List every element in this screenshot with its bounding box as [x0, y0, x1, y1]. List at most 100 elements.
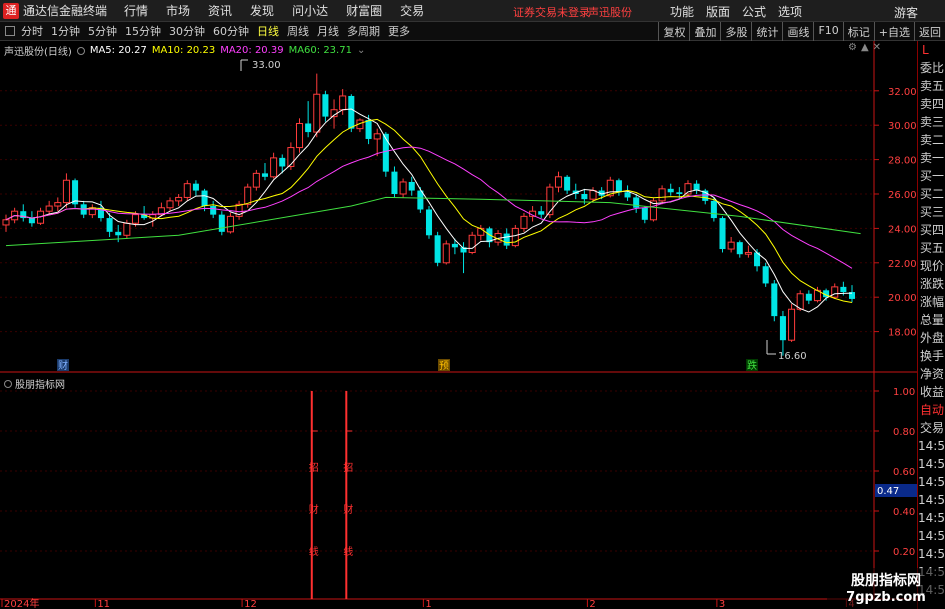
tool-mark[interactable]: 标记: [842, 22, 874, 41]
watermark-url: 7gpzb.com: [846, 590, 926, 605]
sub-settings-circle-icon[interactable]: [4, 379, 12, 388]
period-weekly[interactable]: 周线: [284, 23, 312, 39]
candle: [520, 212, 528, 232]
sub-indicator-name: 股朋指标网: [15, 380, 65, 391]
side-bar-item[interactable]: 涨幅: [918, 293, 945, 311]
candle: [356, 118, 364, 133]
candle: [210, 200, 217, 219]
period-1min[interactable]: 1分钟: [48, 23, 83, 39]
watermark-name: 股朋指标网: [851, 573, 921, 589]
side-bar-item[interactable]: 14:56: [918, 509, 945, 527]
candle: [831, 283, 839, 299]
side-bar-item[interactable]: 自动: [918, 401, 945, 419]
side-bar-item[interactable]: 卖一: [918, 149, 945, 167]
side-bar-item[interactable]: 外盘: [918, 329, 945, 347]
menu-item-discover[interactable]: 发现: [241, 2, 283, 19]
candle: [442, 240, 450, 265]
signal-text: 招: [343, 461, 353, 474]
candle: [54, 197, 62, 212]
side-bar-item[interactable]: 14:56: [918, 545, 945, 563]
date-tick-label: 3: [719, 599, 725, 609]
side-bar-item[interactable]: 卖二: [918, 131, 945, 149]
period-monthly[interactable]: 月线: [314, 23, 342, 39]
side-bar-item[interactable]: 买四: [918, 221, 945, 239]
candle: [235, 200, 243, 220]
menu-item-trade[interactable]: 交易: [391, 2, 433, 19]
side-bar-item[interactable]: 涨跌: [918, 275, 945, 293]
side-bar-item[interactable]: 14:56: [918, 473, 945, 491]
close-icon[interactable]: ✕: [873, 42, 881, 53]
period-more[interactable]: 更多: [385, 23, 413, 39]
menu-function[interactable]: 功能: [664, 3, 700, 20]
high-price-label: 33.00: [252, 60, 281, 71]
candle: [408, 176, 415, 196]
period-30min[interactable]: 30分钟: [166, 23, 208, 39]
tool-restore-rights[interactable]: 复权: [658, 22, 689, 41]
side-bar-item[interactable]: 卖五: [918, 77, 945, 95]
side-bar-item[interactable]: 总量: [918, 311, 945, 329]
price-tick-label: 30.00: [888, 121, 917, 132]
login-warning[interactable]: 证券交易未登录: [513, 4, 590, 20]
side-bar-item[interactable]: 收益: [918, 383, 945, 401]
candle: [624, 185, 631, 201]
candle: [779, 310, 786, 356]
menu-formula[interactable]: 公式: [736, 3, 772, 20]
forecast-marker[interactable]: 预: [439, 360, 449, 372]
side-bar-item[interactable]: 买二: [918, 185, 945, 203]
date-tick-label: 12: [244, 599, 257, 609]
menu-item-assistant[interactable]: 问小达: [283, 2, 337, 19]
side-bar-item[interactable]: 净资: [918, 365, 945, 383]
tool-overlay[interactable]: 叠加: [689, 22, 720, 41]
side-bar-item[interactable]: 14:56: [918, 491, 945, 509]
candle: [399, 178, 407, 198]
sub-tick-label: 0.20: [893, 547, 915, 558]
menu-item-sector[interactable]: 市场: [157, 2, 199, 19]
fall-marker[interactable]: 跌: [747, 359, 757, 372]
side-bar-item[interactable]: 换手: [918, 347, 945, 365]
menu-item-market[interactable]: 行情: [115, 2, 157, 19]
side-bar-item[interactable]: 14:56: [918, 527, 945, 545]
chevron-down-icon[interactable]: ⌄: [357, 45, 365, 56]
menu-item-community[interactable]: 财富圈: [337, 2, 391, 19]
tool-add-watchlist[interactable]: +自选: [873, 22, 914, 41]
kline-chart[interactable]: 32.00 30.00 28.00 26.00 24.00 22.00 20.00 18.00…: [0, 41, 917, 609]
low-annotation: 16.60: [766, 340, 807, 362]
signal-bar: 招财线: [309, 391, 319, 599]
high-annotation: 33.00: [240, 59, 281, 71]
side-bar-item[interactable]: 现价: [918, 257, 945, 275]
signal-bar: 招财线: [343, 391, 353, 599]
side-bar-item[interactable]: 14:56: [918, 437, 945, 455]
menu-layout[interactable]: 版面: [700, 3, 736, 20]
candle: [2, 214, 10, 232]
settings-circle-icon[interactable]: [76, 46, 85, 55]
finance-marker[interactable]: 财: [58, 359, 68, 372]
side-bar-item[interactable]: 买三: [918, 203, 945, 221]
price-tick-label: 18.00: [888, 328, 917, 339]
settings-icon[interactable]: ⚙: [848, 42, 857, 53]
tool-f10[interactable]: F10: [813, 22, 842, 41]
period-daily[interactable]: 日线: [254, 23, 282, 39]
side-bar-item[interactable]: 卖三: [918, 113, 945, 131]
expand-icon[interactable]: ▲: [861, 42, 869, 53]
tool-multi-stock[interactable]: 多股: [720, 22, 751, 41]
tool-draw-line[interactable]: 画线: [782, 22, 813, 41]
period-60min[interactable]: 60分钟: [210, 23, 252, 39]
period-multi[interactable]: 多周期: [344, 23, 383, 39]
side-bar-item[interactable]: 14:56: [918, 455, 945, 473]
tool-back[interactable]: 返回: [914, 22, 945, 41]
side-bar-item[interactable]: L: [918, 41, 945, 59]
side-bar-item[interactable]: 买一: [918, 167, 945, 185]
side-bar-item[interactable]: 交易: [918, 419, 945, 437]
side-bar-item[interactable]: 买五: [918, 239, 945, 257]
user-name[interactable]: 游客: [894, 4, 918, 21]
menu-options[interactable]: 选项: [772, 3, 808, 20]
period-15min[interactable]: 15分钟: [122, 23, 164, 39]
period-5min[interactable]: 5分钟: [85, 23, 120, 39]
menu-item-news[interactable]: 资讯: [199, 2, 241, 19]
signal-text: 线: [309, 545, 319, 558]
period-intraday[interactable]: 分时: [18, 23, 46, 39]
side-bar-item[interactable]: 卖四: [918, 95, 945, 113]
side-bar-item[interactable]: 委比: [918, 59, 945, 77]
watermark: 股朋指标网 7gpzb.com: [827, 568, 945, 609]
tool-statistics[interactable]: 统计: [751, 22, 782, 41]
